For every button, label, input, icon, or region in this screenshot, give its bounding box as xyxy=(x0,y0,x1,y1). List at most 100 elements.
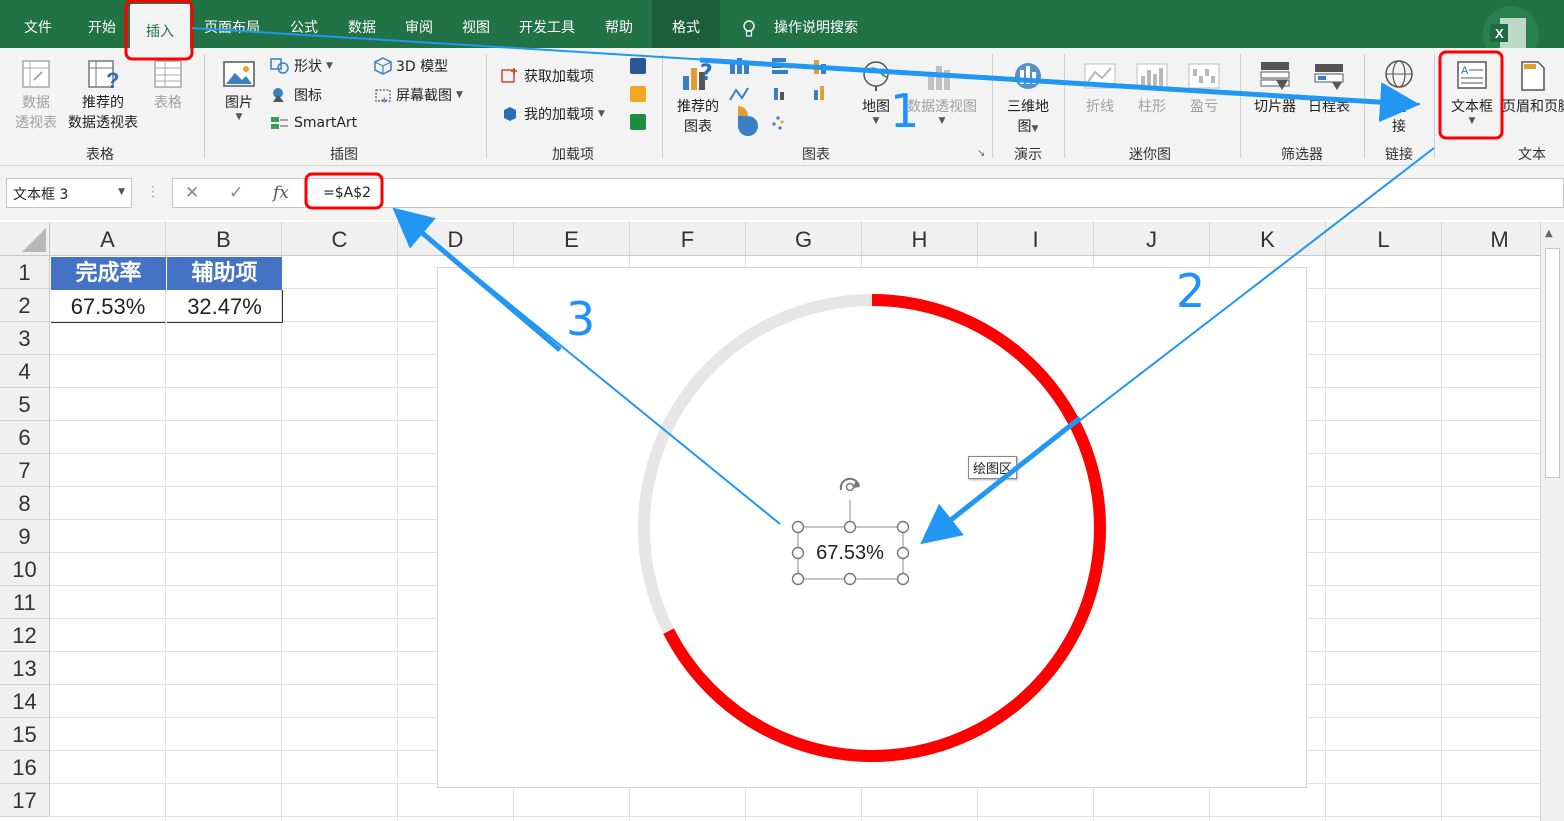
textbox-button[interactable]: A 文本框 ▼ xyxy=(1444,58,1500,126)
tab-formulas[interactable]: 公式 xyxy=(278,0,330,48)
3d-map-icon xyxy=(1015,63,1041,89)
recommended-pivot-button[interactable]: ? 推荐的 数据透视表 xyxy=(64,58,142,132)
row-header-1[interactable]: 1 xyxy=(0,256,50,289)
row-header-13[interactable]: 13 xyxy=(0,652,50,685)
get-addins-button[interactable]: 获取加载项 xyxy=(500,66,594,86)
insert-function-icon[interactable]: fx xyxy=(273,183,289,203)
row-header-11[interactable]: 11 xyxy=(0,586,50,619)
formula-input[interactable]: =$A$2 xyxy=(306,178,1564,208)
row-header-14[interactable]: 14 xyxy=(0,685,50,718)
pivot-table-button[interactable]: 数据 透视表 xyxy=(10,58,62,132)
cell-A2[interactable]: 67.53% xyxy=(51,290,166,323)
name-box-dropdown-icon[interactable]: ▼ xyxy=(118,187,125,197)
column-header-G[interactable]: G xyxy=(746,222,862,256)
picture-button[interactable]: 图片 ▼ xyxy=(216,58,262,122)
recommended-pivot-icon: ? xyxy=(88,60,119,90)
recommended-charts-button[interactable]: ? 推荐的 图表 xyxy=(672,58,724,136)
formula-bar: 文本框 3 ▼ ⋮ ✕ ✓ fx =$A$2 xyxy=(0,166,1564,220)
column-header-M[interactable]: M xyxy=(1442,222,1540,256)
smartart-button[interactable]: SmartArt xyxy=(270,114,357,132)
svg-text:?: ? xyxy=(106,68,119,90)
scroll-up-icon[interactable]: ▲ xyxy=(1545,228,1553,239)
cell-A1[interactable]: 完成率 xyxy=(51,257,166,290)
smartart-label: SmartArt xyxy=(294,115,358,131)
row-header-7[interactable]: 7 xyxy=(0,454,50,487)
column-header-F[interactable]: F xyxy=(630,222,746,256)
row-header-12[interactable]: 12 xyxy=(0,619,50,652)
row-header-3[interactable]: 3 xyxy=(0,322,50,355)
sparkline-winloss-button[interactable]: 盈亏 xyxy=(1182,58,1226,116)
slicer-button[interactable]: 切片器 xyxy=(1250,58,1300,116)
group-label-tours: 演示 xyxy=(1014,147,1042,163)
step-2-label: 2 xyxy=(1176,264,1206,318)
tell-me-search[interactable]: 操作说明搜索 xyxy=(774,0,884,48)
textbox-value[interactable]: 67.53% xyxy=(798,536,902,570)
row-header-8[interactable]: 8 xyxy=(0,487,50,520)
header-footer-button[interactable]: 页眉和页脚 xyxy=(1502,58,1564,116)
pivot-table-icon xyxy=(22,60,50,88)
row-header-15[interactable]: 15 xyxy=(0,718,50,751)
picture-label: 图片 xyxy=(225,95,253,111)
cell-B2[interactable]: 32.47% xyxy=(167,290,283,323)
screenshot-button[interactable]: + 屏幕截图 ▼ xyxy=(374,85,463,105)
row-header-17[interactable]: 17 xyxy=(0,784,50,817)
row-header-16[interactable]: 16 xyxy=(0,751,50,784)
column-header-H[interactable]: H xyxy=(862,222,978,256)
column-header-C[interactable]: C xyxy=(282,222,398,256)
column-header-E[interactable]: E xyxy=(514,222,630,256)
tab-home[interactable]: 开始 xyxy=(74,0,130,48)
row-header-2[interactable]: 2 xyxy=(0,289,50,322)
group-label-sparklines: 迷你图 xyxy=(1129,147,1171,163)
ribbon-separator xyxy=(992,54,993,158)
row-header-9[interactable]: 9 xyxy=(0,520,50,553)
link-label-2: 接 xyxy=(1392,119,1406,135)
icons-button[interactable]: 图标 xyxy=(270,85,322,105)
tab-file[interactable]: 文件 xyxy=(10,0,66,48)
timeline-button[interactable]: 日程表 xyxy=(1304,58,1354,116)
tab-format[interactable]: 格式 xyxy=(652,0,720,48)
column-header-B[interactable]: B xyxy=(166,222,282,256)
shapes-button[interactable]: 形状 ▼ xyxy=(270,56,333,76)
textbox-selection-frame[interactable] xyxy=(780,470,920,590)
group-label-links: 链接 xyxy=(1385,147,1413,163)
addin-shortcuts-icon[interactable] xyxy=(628,56,648,138)
column-header-L[interactable]: L xyxy=(1326,222,1442,256)
svg-text:A: A xyxy=(1461,65,1469,77)
tab-page-layout[interactable]: 页面布局 xyxy=(196,0,268,48)
vertical-scrollbar[interactable]: ▲ xyxy=(1540,222,1564,821)
row-header-10[interactable]: 10 xyxy=(0,553,50,586)
row-header-5[interactable]: 5 xyxy=(0,388,50,421)
3d-map-button[interactable]: 三维地 图▼ xyxy=(1000,58,1056,136)
tab-help[interactable]: 帮助 xyxy=(592,0,646,48)
tab-data[interactable]: 数据 xyxy=(336,0,388,48)
cancel-icon[interactable]: ✕ xyxy=(185,183,199,203)
row-header-6[interactable]: 6 xyxy=(0,421,50,454)
column-header-K[interactable]: K xyxy=(1210,222,1326,256)
column-header-I[interactable]: I xyxy=(978,222,1094,256)
column-header-D[interactable]: D xyxy=(398,222,514,256)
my-addins-button[interactable]: 我的加载项 ▼ xyxy=(500,104,605,124)
enter-check-icon[interactable]: ✓ xyxy=(229,183,243,203)
table-button[interactable]: 表格 xyxy=(146,58,190,112)
tab-review[interactable]: 审阅 xyxy=(393,0,445,48)
sparkline-column-icon xyxy=(1136,63,1168,89)
column-header-J[interactable]: J xyxy=(1094,222,1210,256)
3d-model-button[interactable]: 3D 模型 xyxy=(374,56,448,76)
scroll-thumb[interactable] xyxy=(1545,248,1560,478)
link-button[interactable]: 链 接 xyxy=(1374,58,1424,136)
cell-B1[interactable]: 辅助项 xyxy=(167,257,282,290)
tab-insert[interactable]: 插入 xyxy=(130,4,190,48)
row-header-4[interactable]: 4 xyxy=(0,355,50,388)
tab-developer[interactable]: 开发工具 xyxy=(508,0,586,48)
chart-type-gallery-icon[interactable] xyxy=(728,54,852,136)
sparkline-column-button[interactable]: 柱形 xyxy=(1130,58,1174,116)
column-header-A[interactable]: A xyxy=(50,222,166,256)
ribbon-separator xyxy=(486,54,487,158)
rotate-handle-icon[interactable] xyxy=(839,477,860,492)
tab-view[interactable]: 视图 xyxy=(450,0,502,48)
sparkline-line-button[interactable]: 折线 xyxy=(1078,58,1122,116)
row-gridline xyxy=(50,816,1540,817)
name-box[interactable]: 文本框 3 ▼ xyxy=(6,178,132,208)
dialog-launcher-icon[interactable]: ↘ xyxy=(977,148,985,159)
select-all-corner[interactable] xyxy=(0,222,50,256)
